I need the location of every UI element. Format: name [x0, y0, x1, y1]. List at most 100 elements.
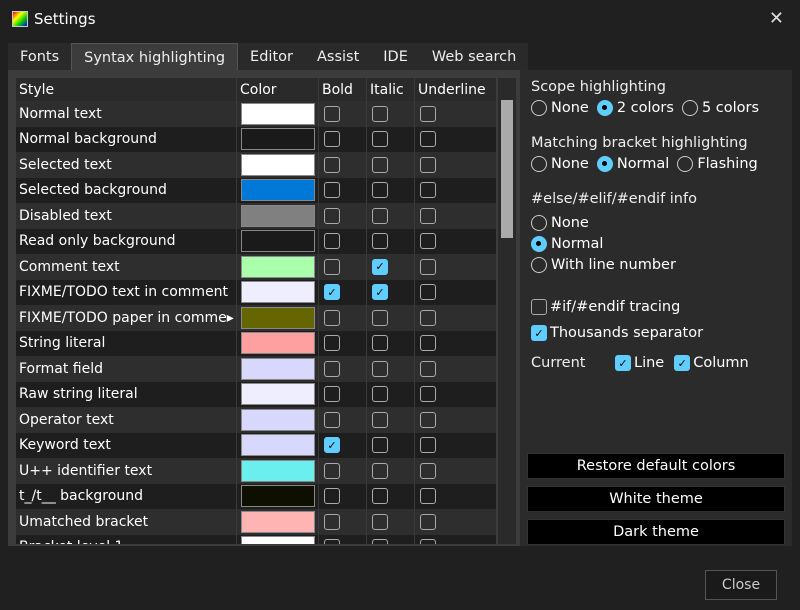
- bold-checkbox[interactable]: [324, 156, 340, 173]
- close-icon[interactable]: ✕: [769, 8, 784, 29]
- table-row[interactable]: Umatched bracket: [16, 509, 496, 535]
- underline-checkbox[interactable]: [420, 309, 436, 326]
- bold-checkbox[interactable]: [324, 360, 340, 377]
- underline-checkbox[interactable]: [420, 284, 436, 301]
- checkbox-icon[interactable]: ✓: [531, 325, 547, 341]
- checkbox-icon[interactable]: ✓: [615, 355, 631, 371]
- bold-checkbox[interactable]: [324, 309, 340, 326]
- bold-checkbox[interactable]: [324, 258, 340, 275]
- column-header[interactable]: Italic: [366, 78, 414, 101]
- radio-icon[interactable]: [677, 156, 694, 172]
- radio-5-colors[interactable]: 5 colors: [681, 100, 759, 116]
- scrollbar-thumb[interactable]: [501, 100, 513, 238]
- radio-icon[interactable]: [531, 100, 547, 116]
- radio-none[interactable]: None: [531, 215, 781, 231]
- italic-checkbox[interactable]: [372, 207, 388, 224]
- column-header[interactable]: Color: [236, 78, 318, 101]
- italic-checkbox[interactable]: [372, 233, 388, 250]
- table-row[interactable]: Raw string literal: [16, 381, 496, 407]
- checkbox-icon[interactable]: ✓: [674, 355, 691, 371]
- table-row[interactable]: Read only background: [16, 228, 496, 254]
- bold-checkbox[interactable]: [324, 105, 340, 122]
- radio-normal[interactable]: Normal: [596, 156, 669, 172]
- color-swatch[interactable]: [240, 434, 315, 457]
- bold-checkbox[interactable]: [324, 233, 340, 250]
- bold-checkbox[interactable]: [324, 207, 340, 224]
- table-row[interactable]: Bracket level 1: [16, 534, 496, 544]
- line-checkbox[interactable]: ✓ Line: [615, 355, 664, 371]
- underline-checkbox[interactable]: [420, 462, 436, 479]
- table-row[interactable]: Operator text: [16, 407, 496, 433]
- bold-checkbox[interactable]: [324, 513, 340, 530]
- color-swatch[interactable]: [240, 153, 315, 176]
- underline-checkbox[interactable]: [420, 539, 436, 544]
- color-swatch[interactable]: [240, 510, 315, 533]
- bold-checkbox[interactable]: [324, 335, 340, 352]
- italic-checkbox[interactable]: [372, 131, 388, 148]
- tab-assist[interactable]: Assist: [304, 43, 372, 71]
- italic-checkbox[interactable]: [372, 309, 388, 326]
- table-row[interactable]: Selected text: [16, 152, 496, 178]
- underline-checkbox[interactable]: [420, 335, 436, 352]
- italic-checkbox[interactable]: [372, 539, 388, 544]
- color-swatch[interactable]: [240, 536, 315, 544]
- color-swatch[interactable]: [240, 204, 315, 227]
- radio-with-line-number[interactable]: With line number: [531, 257, 781, 273]
- underline-checkbox[interactable]: [420, 182, 436, 199]
- underline-checkbox[interactable]: [420, 437, 436, 454]
- radio-none[interactable]: None: [531, 100, 589, 116]
- radio-icon[interactable]: [596, 100, 613, 116]
- radio-normal[interactable]: Normal: [531, 236, 781, 252]
- radio-icon[interactable]: [681, 100, 698, 116]
- table-row[interactable]: FIXME/TODO paper in comme▸: [16, 305, 496, 331]
- italic-checkbox[interactable]: [372, 488, 388, 505]
- table-row[interactable]: Disabled text: [16, 203, 496, 229]
- tab-fonts[interactable]: Fonts: [8, 43, 72, 71]
- italic-checkbox[interactable]: [372, 411, 388, 428]
- underline-checkbox[interactable]: [420, 156, 436, 173]
- tracing-checkbox[interactable]: #if/#endif tracing: [531, 299, 781, 315]
- table-row[interactable]: Selected background: [16, 177, 496, 203]
- italic-checkbox[interactable]: [372, 182, 388, 199]
- radio-2-colors[interactable]: 2 colors: [596, 100, 674, 116]
- underline-checkbox[interactable]: [420, 131, 436, 148]
- color-swatch[interactable]: [240, 179, 315, 202]
- underline-checkbox[interactable]: [420, 488, 436, 505]
- color-swatch[interactable]: [240, 230, 315, 253]
- radio-none[interactable]: None: [531, 156, 589, 172]
- bold-checkbox[interactable]: [324, 131, 340, 148]
- table-scrollbar[interactable]: [498, 78, 516, 544]
- italic-checkbox[interactable]: ✓: [372, 284, 388, 301]
- table-row[interactable]: FIXME/TODO text in comment ✓ ✓: [16, 279, 496, 305]
- italic-checkbox[interactable]: [372, 437, 388, 454]
- underline-checkbox[interactable]: [420, 233, 436, 250]
- color-swatch[interactable]: [240, 281, 315, 304]
- table-row[interactable]: Normal background: [16, 126, 496, 152]
- bold-checkbox[interactable]: [324, 462, 340, 479]
- white-theme-button[interactable]: White theme: [527, 486, 785, 512]
- italic-checkbox[interactable]: [372, 105, 388, 122]
- underline-checkbox[interactable]: [420, 258, 436, 275]
- column-header[interactable]: Bold: [318, 78, 366, 101]
- color-swatch[interactable]: [240, 332, 315, 355]
- italic-checkbox[interactable]: [372, 513, 388, 530]
- underline-checkbox[interactable]: [420, 207, 436, 224]
- bold-checkbox[interactable]: ✓: [324, 437, 340, 454]
- color-swatch[interactable]: [240, 255, 315, 278]
- table-row[interactable]: Format field: [16, 356, 496, 382]
- radio-icon[interactable]: [531, 156, 547, 172]
- radio-icon[interactable]: [531, 236, 547, 252]
- table-row[interactable]: Comment text ✓: [16, 254, 496, 280]
- underline-checkbox[interactable]: [420, 411, 436, 428]
- color-swatch[interactable]: [240, 408, 315, 431]
- italic-checkbox[interactable]: ✓: [372, 258, 388, 275]
- italic-checkbox[interactable]: [372, 335, 388, 352]
- bold-checkbox[interactable]: ✓: [324, 284, 340, 301]
- close-button[interactable]: Close: [705, 570, 777, 600]
- bold-checkbox[interactable]: [324, 539, 340, 544]
- radio-flashing[interactable]: Flashing: [677, 156, 758, 172]
- thousands-checkbox[interactable]: ✓ Thousands separator: [531, 325, 781, 341]
- dark-theme-button[interactable]: Dark theme: [527, 519, 785, 545]
- color-swatch[interactable]: [240, 459, 315, 482]
- table-row[interactable]: Keyword text ✓: [16, 432, 496, 458]
